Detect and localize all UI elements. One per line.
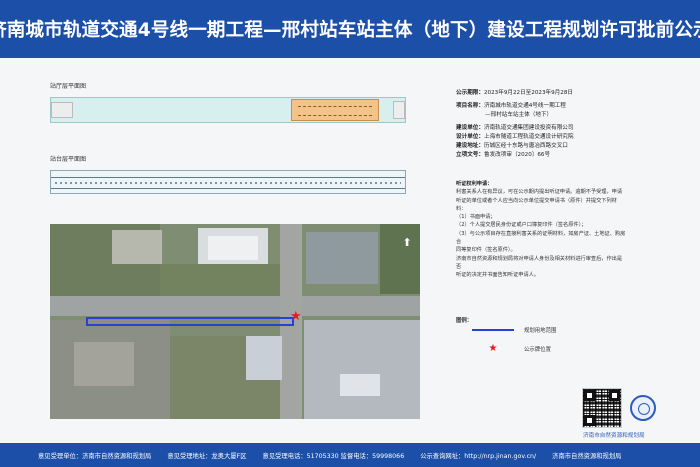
- legend-star-label: 公示牌位置: [524, 346, 551, 353]
- info-row-location: 建设地址： 历城区经十东路与唐冶西路交叉口: [456, 142, 636, 151]
- hearing-line: 听证的决定并书面告知听证申请人。: [456, 272, 540, 279]
- info-row-builder: 建设单位： 济南轨道交通集团建设投资有限公司: [456, 124, 636, 133]
- footer-website-link[interactable]: 公示查询网址：http://nrp.jinan.gov.cn/: [420, 451, 536, 460]
- hearing-rights-title: 听证权利申请：: [456, 181, 493, 187]
- header-banner: 济南城市轨道交通4号线一期工程—邢村站车站主体（地下）建设工程规划许可批前公示: [0, 0, 700, 58]
- legend-boundary: 规划用地范围: [472, 326, 556, 334]
- hearing-line: （2）个人提交居民身份证或户口簿复印件（签名原件）；: [456, 222, 587, 229]
- hearing-line: 济南市自然资源和规划局将对申请人身份及相关材料进行审查后，作出是否: [456, 255, 623, 270]
- map-block: [380, 224, 420, 294]
- map-road: [50, 296, 420, 316]
- info-row-period: 公示期限： 2023年9月22日至2023年9月28日: [456, 89, 636, 98]
- aerial-site-map: ★ ⬆: [50, 224, 420, 419]
- hall-plan-east-end: [393, 101, 405, 119]
- platform-plan-label: 站台层平面图: [50, 156, 87, 163]
- info-value: 2023年9月22日至2023年9月28日: [483, 90, 573, 96]
- star-icon: ★: [488, 343, 498, 354]
- info-value: 历城区经十东路与唐冶西路交叉口: [483, 143, 568, 149]
- info-value: —邢村站车站主体（地下）: [485, 112, 553, 118]
- info-row-designer: 设计单位： 上海市隧道工程轨道交通设计研究院: [456, 133, 636, 142]
- info-key: 公示期限：: [456, 90, 484, 96]
- hearing-rights-section: 听证权利申请： 利害关系人在有异议，可在公示期内提出听证申请。逾期不予受理，申请…: [456, 180, 626, 280]
- qr-finder: [584, 390, 595, 401]
- footer-bar: 意见受理单位：济南市自然资源和规划局 意见受理地址：龙奥大厦F区 意见受理电话：…: [0, 443, 700, 467]
- seal-icon: [630, 395, 656, 421]
- hearing-line: （3）与公示项目存在直接利害关系的证明材料，如房产证、土地证、购房合: [456, 230, 626, 246]
- site-boundary: [86, 317, 294, 326]
- info-key: 设计单位：: [456, 134, 484, 140]
- north-arrow-icon: ⬆: [402, 236, 412, 249]
- footer-unit: 意见受理单位：济南市自然资源和规划局: [38, 452, 152, 460]
- hall-plan-west-end: [51, 102, 73, 118]
- qr-code-icon[interactable]: [582, 388, 622, 428]
- hall-plan: [50, 97, 406, 123]
- map-building: [306, 232, 378, 284]
- qr-finder: [584, 415, 595, 426]
- map-building: [246, 336, 282, 380]
- map-block: [304, 320, 420, 419]
- info-value: 济南城市轨道交通4号线一期工程: [483, 103, 566, 109]
- boundary-line-icon: [472, 329, 514, 331]
- project-info-panel: 公示期限： 2023年9月22日至2023年9月28日 项目名称： 济南城市轨道…: [456, 89, 636, 160]
- info-key: 建设单位：: [456, 125, 484, 131]
- hearing-line: 利害关系人在有异议，可在公示期内提出听证申请。逾期不予受理，申请: [456, 189, 623, 196]
- hall-plan-core: [291, 99, 379, 121]
- hearing-line: 同等复印件（签名原件）。: [456, 247, 516, 254]
- qr-finder: [609, 390, 620, 401]
- map-building: [112, 230, 162, 264]
- legend-boundary-label: 规划用地范围: [524, 328, 557, 334]
- info-value: 济南轨道交通集团建设投资有限公司: [483, 125, 574, 131]
- map-building: [74, 342, 134, 386]
- platform-track-line: [51, 188, 405, 189]
- footer-phone: 意见受理电话：51705330 监督电话：59998066: [262, 452, 405, 460]
- star-icon: ★: [290, 309, 302, 324]
- map-block: [160, 264, 290, 298]
- info-row-project: 项目名称： 济南城市轨道交通4号线一期工程: [456, 102, 636, 111]
- footer-address: 意见受理地址：龙奥大厦F区: [167, 452, 247, 460]
- issuing-department: 济南市自然资源和规划局: [583, 433, 645, 439]
- info-row-project-cont: —邢村站车站主体（地下）: [456, 111, 636, 120]
- map-building: [340, 374, 380, 396]
- page-title: 济南城市轨道交通4号线一期工程—邢村站车站主体（地下）建设工程规划许可批前公示: [0, 20, 700, 41]
- info-key: 建设地址：: [456, 143, 484, 149]
- hall-plan-label: 站厅层平面图: [50, 83, 87, 90]
- legend-star: ★ 公示牌位置: [472, 343, 551, 354]
- platform-track-line: [51, 177, 405, 178]
- platform-plan: [50, 170, 406, 194]
- hearing-line: 听证的单位或者个人应当向公示单位提交申请书（原件）并提交下列材料：: [456, 197, 617, 212]
- info-value: 上海市隧道工程轨道交通设计研究院: [483, 134, 574, 140]
- info-key: 立项文号：: [456, 152, 484, 158]
- info-key: 项目名称：: [456, 103, 484, 109]
- platform-edge: [55, 182, 401, 184]
- info-row-approval: 立项文号： 鲁发改项审〔2020〕66号: [456, 151, 636, 160]
- info-value: 鲁发改项审〔2020〕66号: [483, 152, 551, 158]
- map-building: [208, 236, 258, 260]
- legend-title: 图例：: [456, 318, 473, 324]
- footer-issuer: 济南市自然资源和规划局: [552, 452, 622, 460]
- hearing-line: （1）书面申请；: [456, 214, 496, 221]
